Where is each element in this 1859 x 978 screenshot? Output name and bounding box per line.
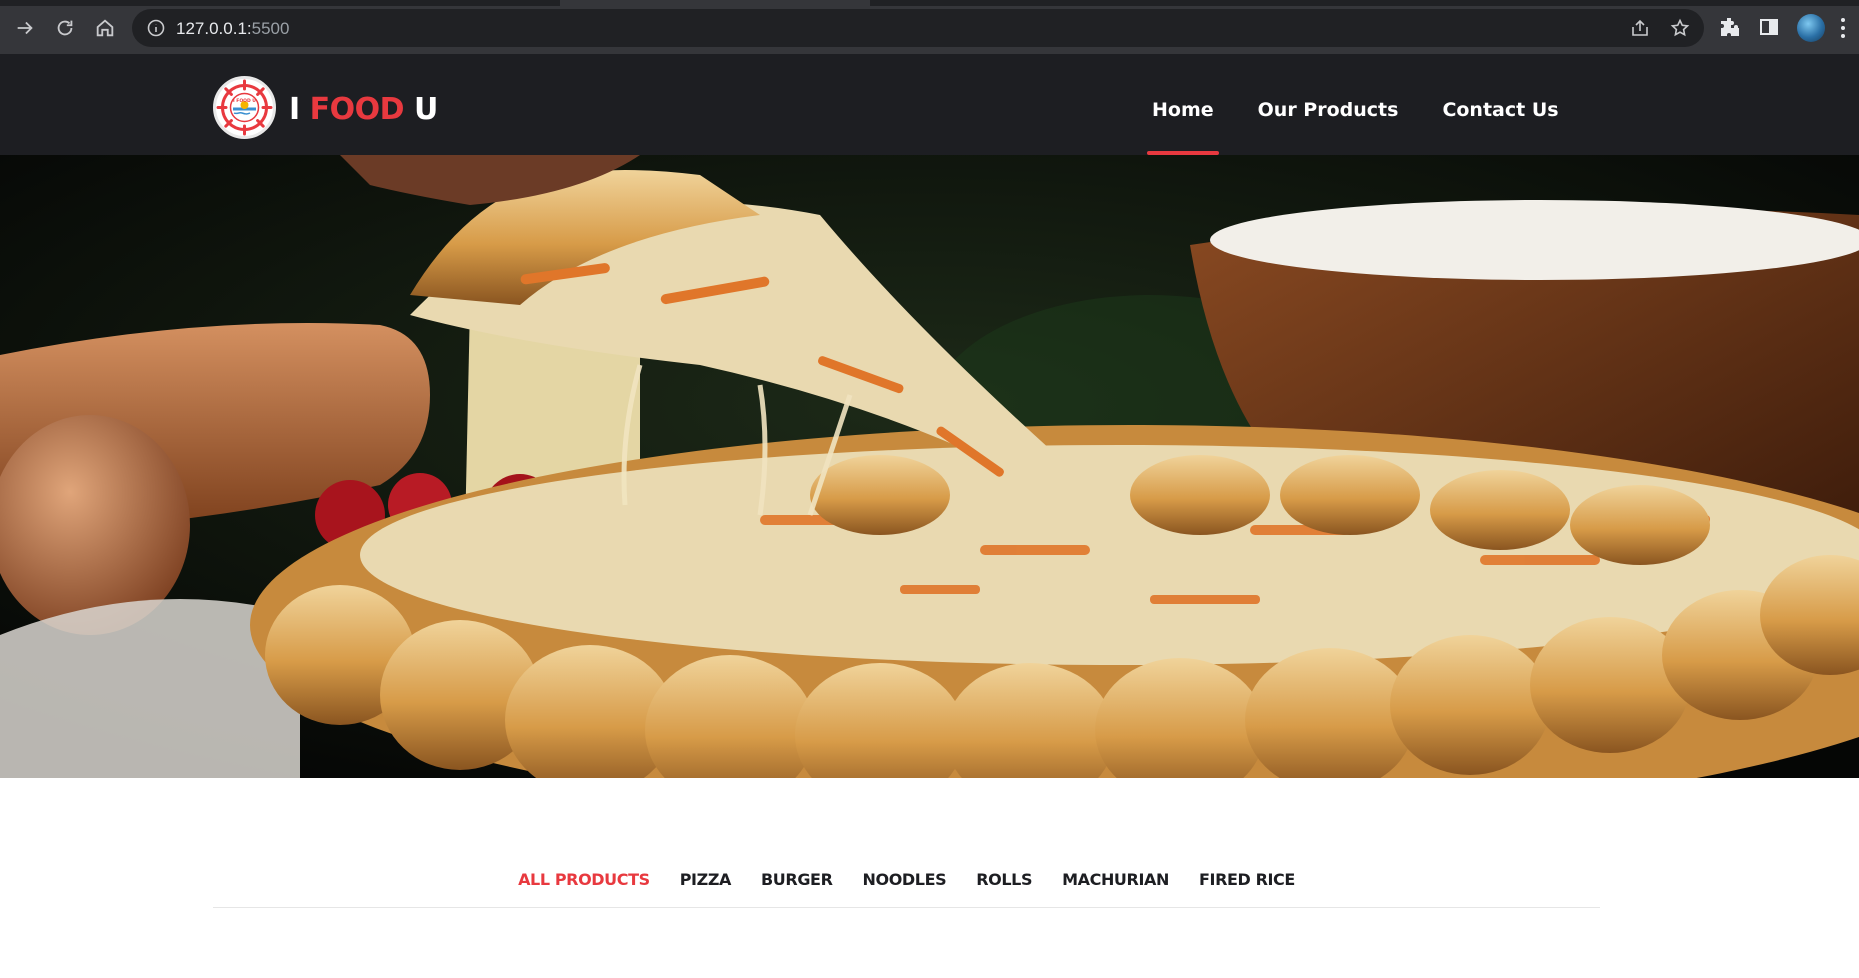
bookmark-star-icon[interactable] bbox=[1670, 18, 1690, 38]
browser-toolbar: 127.0.0.1:5500 bbox=[0, 0, 1859, 54]
main-nav: Home Our Products Contact Us bbox=[1130, 54, 1581, 155]
reload-icon[interactable] bbox=[51, 14, 79, 42]
hero-banner-image bbox=[0, 155, 1859, 778]
filter-rolls[interactable]: ROLLS bbox=[961, 868, 1047, 907]
filter-all-products[interactable]: ALL PRODUCTS bbox=[503, 868, 665, 907]
filter-pizza[interactable]: PIZZA bbox=[665, 868, 746, 907]
filter-noodles[interactable]: NOODLES bbox=[848, 868, 962, 907]
extensions-puzzle-icon[interactable] bbox=[1719, 16, 1741, 38]
browser-menu-icon[interactable] bbox=[1840, 17, 1846, 39]
site-logo[interactable]: I FOOD U bbox=[213, 76, 276, 139]
active-tab-edge[interactable] bbox=[560, 0, 870, 6]
filter-fired-rice[interactable]: FIRED RICE bbox=[1184, 868, 1310, 907]
address-bar[interactable]: 127.0.0.1:5500 bbox=[132, 9, 1704, 47]
category-filter-bar: ALL PRODUCTS PIZZA BURGER NOODLES ROLLS … bbox=[213, 868, 1600, 908]
site-header: I FOOD U I FOOD U Home Our Products Cont… bbox=[0, 54, 1859, 155]
brand-name[interactable]: I FOOD U bbox=[289, 92, 438, 127]
side-panel-icon[interactable] bbox=[1758, 16, 1780, 38]
forward-icon[interactable] bbox=[11, 14, 39, 42]
filter-burger[interactable]: BURGER bbox=[746, 868, 848, 907]
filter-machurian[interactable]: MACHURIAN bbox=[1047, 868, 1184, 907]
home-icon[interactable] bbox=[91, 14, 119, 42]
nav-contact-us-link[interactable]: Contact Us bbox=[1420, 54, 1580, 155]
nav-home-link[interactable]: Home bbox=[1130, 54, 1236, 155]
nav-our-products-link[interactable]: Our Products bbox=[1236, 54, 1421, 155]
tab-strip bbox=[0, 0, 1859, 6]
profile-avatar[interactable] bbox=[1797, 14, 1825, 42]
logo-text: I FOOD U bbox=[233, 98, 256, 104]
site-info-icon[interactable] bbox=[146, 18, 166, 38]
share-icon[interactable] bbox=[1630, 18, 1650, 38]
url-text: 127.0.0.1:5500 bbox=[176, 19, 290, 38]
